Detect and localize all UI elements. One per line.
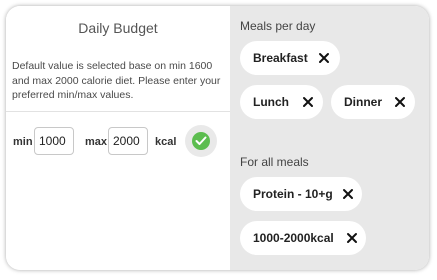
for-all-meals-title: For all meals	[240, 155, 309, 169]
daily-budget-title: Daily Budget	[78, 20, 158, 36]
calorie-range-row: min max kcal	[6, 125, 230, 159]
max-calorie-input[interactable]	[108, 127, 148, 155]
kcal-unit-label: kcal	[155, 136, 177, 148]
meal-chip-lunch[interactable]: Lunch	[240, 85, 323, 119]
chip-label: Lunch	[253, 95, 289, 109]
confirm-button[interactable]	[185, 125, 217, 157]
close-icon[interactable]	[302, 96, 314, 108]
max-label: max	[85, 136, 108, 148]
meals-per-day-title: Meals per day	[240, 19, 316, 33]
meal-chip-breakfast[interactable]: Breakfast	[240, 41, 340, 75]
check-circle-icon	[192, 132, 210, 150]
close-icon[interactable]	[346, 232, 358, 244]
divider	[6, 111, 230, 112]
chip-label: Breakfast	[253, 51, 308, 65]
chip-label: Dinner	[344, 95, 383, 109]
chip-label: 1000-2000kcal	[253, 231, 334, 245]
filters-panel: Meals per day Breakfast Lunch Dinner For…	[230, 6, 429, 270]
diet-settings-card: Daily Budget Default value is selected b…	[6, 6, 429, 270]
close-icon[interactable]	[394, 96, 406, 108]
filter-chip-protein[interactable]: Protein - 10+g	[240, 177, 362, 211]
meal-chip-dinner[interactable]: Dinner	[331, 85, 415, 119]
min-label: min	[13, 136, 33, 148]
close-icon[interactable]	[318, 52, 330, 64]
filter-chip-calories[interactable]: 1000-2000kcal	[240, 221, 366, 255]
chip-label: Protein - 10+g	[253, 187, 333, 201]
budget-description: Default value is selected base on min 16…	[12, 60, 221, 101]
close-icon[interactable]	[342, 188, 354, 200]
min-calorie-input[interactable]	[34, 127, 74, 155]
daily-budget-panel: Daily Budget Default value is selected b…	[6, 6, 230, 270]
